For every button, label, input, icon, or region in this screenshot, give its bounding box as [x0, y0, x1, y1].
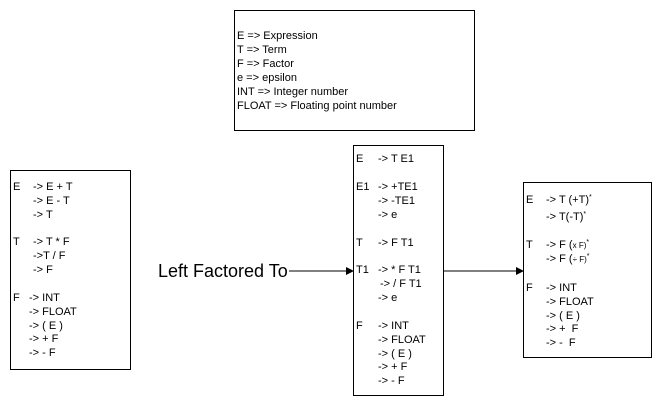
nonterminal-t: T [356, 237, 363, 249]
production-rhs: -> T [33, 208, 53, 221]
legend-term: T => Term [237, 44, 287, 56]
production-rhs: -> F ( [546, 252, 573, 265]
production-row: E -> T E1 [356, 153, 442, 167]
production-rhs: -> + F [546, 323, 579, 336]
production-row: T -> F T1 [356, 237, 442, 251]
kleene-star: * [583, 210, 587, 218]
production-inner: x F) [572, 241, 587, 250]
production-rhs: -> E + T [33, 181, 73, 193]
production-rhs: ->T / F [33, 249, 66, 262]
legend-box: E => Expression T => Term F => Factor e … [234, 10, 475, 131]
production-row: -> - F [356, 375, 442, 389]
production-row: -> + F [526, 323, 650, 337]
production-rhs: -> T * F [33, 236, 70, 248]
production-rhs: -> e [378, 208, 398, 221]
production-row: E -> E + T [13, 181, 128, 195]
production-rhs: -> INT [546, 282, 577, 294]
ebnf-grammar-box: E -> T (+T)* -> T(-T)* T -> F (x F)* -> F … [523, 182, 652, 358]
production-row: -> + F [356, 361, 442, 375]
production-row: -> -TE1 [356, 195, 442, 209]
legend-int: INT => Integer number [237, 86, 349, 98]
nonterminal-t: T [526, 239, 533, 251]
production-rhs: -> + F [378, 361, 408, 374]
nonterminal-e1: E1 [356, 181, 370, 193]
production-row: E1 -> +TE1 [356, 181, 442, 195]
production-row: F -> INT [526, 282, 650, 296]
production-row: -> e [356, 209, 442, 223]
production-rhs: -> F ( [546, 239, 573, 251]
kleene-star: * [586, 252, 590, 260]
production-rhs: -> ( E ) [378, 347, 412, 360]
nonterminal-f: F [356, 320, 363, 332]
production-row: -> F [13, 264, 128, 278]
production-rhs: -> INT [29, 292, 60, 304]
production-row: T1 -> * F T1 [356, 264, 442, 278]
production-inner: ÷ F) [572, 254, 587, 264]
production-row: -> FLOAT [356, 334, 442, 348]
production-rhs: -> ( E ) [546, 309, 580, 322]
production-row: -> E - T [13, 195, 128, 209]
production-rhs: -> - F [29, 347, 56, 360]
production-row: E -> T (+T)* [526, 194, 650, 208]
production-row: T -> T * F [13, 236, 128, 250]
production-rhs: -> F T1 [378, 237, 414, 249]
production-row: -> - F [13, 347, 128, 361]
production-row: -> ( E ) [356, 348, 442, 362]
production-rhs: -> FLOAT [378, 333, 426, 346]
legend-float: FLOAT => Floating point number [237, 100, 397, 112]
production-rhs: -> - F [378, 375, 405, 388]
left-factored-grammar-box: E -> T E1 E1 -> +TE1 -> -TE1 -> e T -> F T1… [353, 145, 444, 396]
nonterminal-e: E [13, 181, 21, 193]
production-rhs: -> T E1 [378, 153, 414, 165]
production-row: -> ( E ) [526, 310, 650, 324]
legend-epsilon: e => epsilon [237, 72, 297, 84]
production-row: F -> INT [356, 320, 442, 334]
production-rhs: -> INT [378, 320, 409, 332]
production-rhs: -> F [33, 263, 53, 276]
left-factored-label: Left Factored To [157, 261, 289, 281]
nonterminal-f: F [13, 292, 20, 304]
nonterminal-e: E [526, 194, 534, 206]
production-rhs: -> - F [546, 337, 576, 350]
production-row: -> - F [526, 337, 650, 351]
production-rhs: -> -TE1 [378, 194, 415, 207]
production-rhs: -> / F T1 [380, 277, 422, 290]
production-row: F -> INT [13, 292, 128, 306]
production-row: -> + F [13, 333, 128, 347]
production-row: -> ( E ) [13, 320, 128, 334]
nonterminal-f: F [526, 282, 533, 294]
production-rhs: -> * F T1 [378, 264, 421, 276]
legend-factor: F => Factor [237, 58, 294, 70]
production-rhs: -> FLOAT [29, 305, 77, 318]
kleene-star: * [586, 239, 590, 246]
production-row: -> F (÷ F)* [526, 253, 650, 267]
production-rhs: -> ( E ) [29, 319, 63, 332]
production-rhs: -> e [378, 291, 398, 304]
production-row: -> FLOAT [526, 296, 650, 310]
nonterminal-e: E [356, 153, 364, 165]
kleene-star: * [589, 194, 592, 201]
nonterminal-t: T [13, 236, 20, 248]
production-row: ->T / F [13, 250, 128, 264]
production-rhs: -> E - T [33, 194, 70, 207]
legend-expression: E => Expression [237, 30, 318, 42]
original-grammar-box: E -> E + T -> E - T -> T T -> T * F ->T / … [10, 170, 131, 370]
production-row: -> FLOAT [13, 306, 128, 320]
production-row: -> T [13, 209, 128, 223]
nonterminal-t1: T1 [356, 264, 369, 276]
production-row: -> T(-T)* [526, 211, 650, 225]
production-row: -> e [356, 292, 442, 306]
production-rhs: -> + F [29, 333, 59, 346]
production-row: T -> F (x F)* [526, 239, 650, 253]
production-row: -> / F T1 [356, 278, 442, 292]
production-rhs: -> +TE1 [378, 181, 418, 193]
production-rhs: -> FLOAT [546, 295, 594, 308]
production-rhs: -> T (+T) [546, 194, 589, 206]
production-rhs: -> T(-T) [546, 210, 584, 223]
